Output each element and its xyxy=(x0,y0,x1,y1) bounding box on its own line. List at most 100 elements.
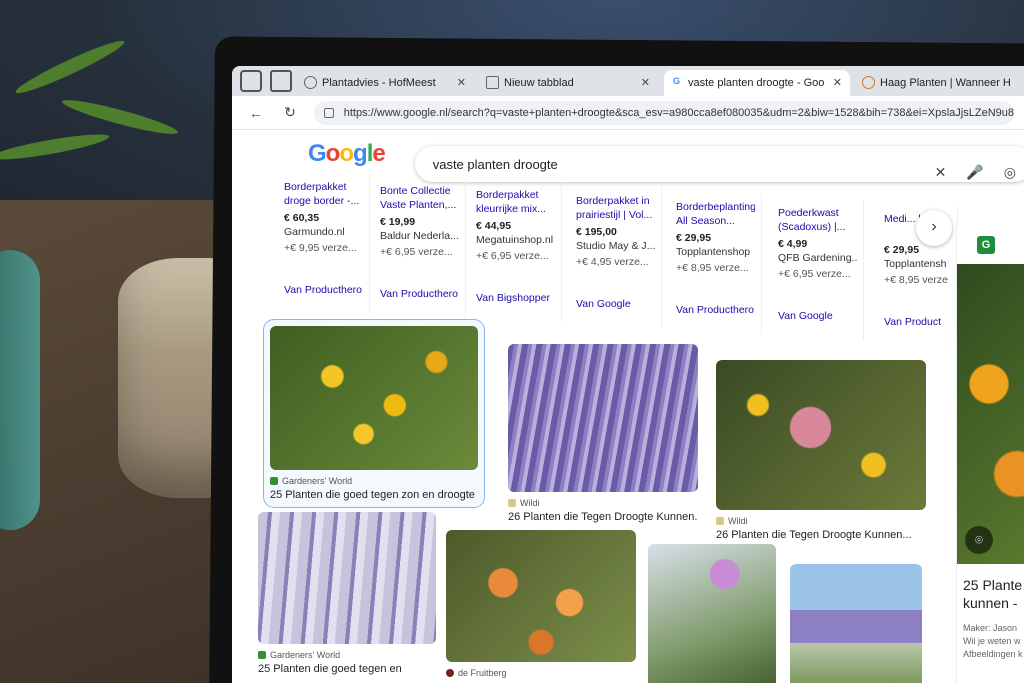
shopping-carousel: Borderpakket droge border -... € 60,35 G… xyxy=(278,174,1024,346)
product-via[interactable]: Van Bigshopper xyxy=(476,292,550,304)
product-title[interactable]: Borderbeplanting All Season... xyxy=(676,200,755,228)
reload-icon[interactable]: ↻ xyxy=(280,104,300,121)
site-favicon-icon xyxy=(258,651,266,659)
address-bar[interactable]: https://www.google.nl/search?q=vaste+pla… xyxy=(314,100,1014,125)
shopping-card[interactable]: Borderpakket kleurrijke mix... € 44,95 M… xyxy=(470,182,562,322)
tab-haag-planten[interactable]: Haag Planten | Wanneer H xyxy=(856,70,1016,96)
image-thumbnail[interactable] xyxy=(648,544,776,683)
product-via[interactable]: Van Producthero xyxy=(380,288,458,300)
image-thumbnail[interactable] xyxy=(258,512,436,644)
site-info-icon[interactable] xyxy=(324,107,334,118)
product-price: € 29,95 xyxy=(676,232,712,244)
image-preview-panel: G ⌾ 25 Plante kunnen - Maker: Jason Wil … xyxy=(956,226,1024,683)
image-source: de Fruitberg xyxy=(446,668,636,678)
product-via[interactable]: Van Producthero xyxy=(284,284,362,296)
product-shipping: +€ 9,95 verze... xyxy=(284,242,357,254)
url-text: https://www.google.nl/search?q=vaste+pla… xyxy=(343,106,1014,119)
image-result[interactable]: Gardeners' World 25 Planten die goed teg… xyxy=(263,319,485,508)
image-caption[interactable]: 26 Planten die Tegen Droogte Kunnen... xyxy=(508,511,698,523)
product-via[interactable]: Van Product xyxy=(884,316,941,328)
chevron-right-icon[interactable]: › xyxy=(916,210,952,246)
product-title[interactable]: Borderpakket droge border -... xyxy=(284,180,363,208)
tab-label: Haag Planten | Wanneer H xyxy=(880,77,1011,89)
product-price: € 29,95 xyxy=(884,244,920,256)
product-shipping: +€ 8,95 verze... xyxy=(676,262,749,274)
product-shipping: +€ 4,95 verze... xyxy=(576,256,649,268)
source-badge: G xyxy=(977,236,995,254)
close-icon[interactable]: ✕ xyxy=(641,76,650,89)
product-via[interactable]: Van Producthero xyxy=(676,304,754,316)
product-shipping: +€ 6,95 verze... xyxy=(778,268,851,280)
product-price: € 60,35 xyxy=(284,212,320,224)
product-title[interactable]: Bonte Collectie Vaste Planten,... xyxy=(380,184,459,212)
product-shipping: +€ 6,95 verze... xyxy=(380,246,453,258)
image-caption[interactable]: 25 Planten die goed tegen en xyxy=(258,663,436,675)
image-result[interactable]: de Fruitberg xyxy=(446,530,636,678)
product-via[interactable]: Van Google xyxy=(778,310,833,322)
product-title[interactable]: Poederkwast (Scadoxus) |... xyxy=(778,206,857,234)
shopping-card[interactable]: Borderpakket droge border -... € 60,35 G… xyxy=(278,174,370,314)
google-header: Google vaste planten droogte ✕ 🎤 ◎ xyxy=(232,130,1024,180)
close-icon[interactable]: ✕ xyxy=(457,76,466,89)
preview-image[interactable] xyxy=(957,264,1024,564)
product-shipping: +€ 8,95 verze xyxy=(884,274,948,286)
image-thumbnail[interactable] xyxy=(446,530,636,662)
image-source: Wildi xyxy=(508,498,698,508)
product-shop: Topplantenshop xyxy=(676,246,751,258)
site-favicon-icon xyxy=(716,517,724,525)
shopping-card[interactable]: Borderbeplanting All Season... € 29,95 T… xyxy=(670,194,762,334)
search-query: vaste planten droogte xyxy=(432,156,558,172)
product-price: € 44,95 xyxy=(476,220,512,232)
google-icon: G xyxy=(672,76,680,86)
globe-icon xyxy=(304,76,317,89)
image-result[interactable] xyxy=(648,544,776,683)
image-thumbnail[interactable] xyxy=(716,360,926,510)
product-shop: Baldur Nederla... xyxy=(380,230,459,242)
browser-window: Plantadvies - HofMeest ✕ Nieuw tabblad ✕… xyxy=(232,66,1024,683)
product-shop: Studio May & J... xyxy=(576,240,655,252)
image-source: Gardeners' World xyxy=(270,476,478,486)
leaf-icon xyxy=(862,76,875,89)
tab-actions-icon[interactable] xyxy=(240,70,262,92)
background-vase xyxy=(0,250,40,530)
close-icon[interactable]: ✕ xyxy=(833,76,842,89)
workspace-icon[interactable] xyxy=(270,70,292,92)
tab-google-search[interactable]: G vaste planten droogte - Google Z ✕ xyxy=(664,70,850,96)
lens-icon[interactable]: ⌾ xyxy=(965,526,993,554)
product-shop: Megatuinshop.nl xyxy=(476,234,554,246)
image-caption[interactable]: 25 Planten die goed tegen zon en droogte… xyxy=(270,489,478,501)
tab-label: vaste planten droogte - Google Z xyxy=(688,77,824,89)
image-result[interactable]: Wildi 26 Planten die Tegen Droogte Kunne… xyxy=(716,360,926,541)
page-icon xyxy=(486,76,499,89)
image-thumbnail[interactable] xyxy=(508,344,698,492)
image-caption[interactable]: 26 Planten die Tegen Droogte Kunnen... xyxy=(716,529,926,541)
site-favicon-icon xyxy=(446,669,454,677)
product-via[interactable]: Van Google xyxy=(576,298,631,310)
preview-title[interactable]: 25 Plante kunnen - xyxy=(963,576,1022,612)
product-shop: QFB Gardening... xyxy=(778,252,857,264)
image-source: Wildi xyxy=(716,516,926,526)
image-result[interactable]: Wildi 26 Planten die Tegen Droogte Kunne… xyxy=(508,344,698,523)
google-logo[interactable]: Google xyxy=(308,140,386,168)
shopping-card[interactable]: Poederkwast (Scadoxus) |... € 4,99 QFB G… xyxy=(772,200,864,340)
site-favicon-icon xyxy=(270,477,278,485)
image-thumbnail[interactable] xyxy=(790,564,922,683)
browser-toolbar: ← ↻ https://www.google.nl/search?q=vaste… xyxy=(232,96,1024,130)
image-result[interactable] xyxy=(790,564,922,683)
back-icon[interactable]: ← xyxy=(246,105,266,121)
product-price: € 19,99 xyxy=(380,216,416,228)
tab-label: Plantadvies - HofMeest xyxy=(322,77,436,89)
product-shop: Garmundo.nl xyxy=(284,226,345,238)
preview-meta: Maker: Jason Wil je weten w Afbeeldingen… xyxy=(963,623,1023,659)
image-thumbnail[interactable] xyxy=(270,326,478,470)
product-title[interactable]: Borderpakket kleurrijke mix... xyxy=(476,188,555,216)
image-result[interactable]: Gardeners' World 25 Planten die goed teg… xyxy=(258,512,436,675)
tab-plantadvies[interactable]: Plantadvies - HofMeest ✕ xyxy=(298,70,474,96)
product-price: € 4,99 xyxy=(778,238,808,250)
shopping-card[interactable]: Bonte Collectie Vaste Planten,... € 19,9… xyxy=(374,178,466,318)
tab-nieuw-tabblad[interactable]: Nieuw tabblad ✕ xyxy=(480,70,658,96)
shopping-card[interactable]: Borderpakket in prairiestijl | Vol... € … xyxy=(570,188,662,328)
product-shop: Topplantensh xyxy=(884,258,947,270)
product-shipping: +€ 6,95 verze... xyxy=(476,250,549,262)
product-title[interactable]: Borderpakket in prairiestijl | Vol... xyxy=(576,194,655,222)
